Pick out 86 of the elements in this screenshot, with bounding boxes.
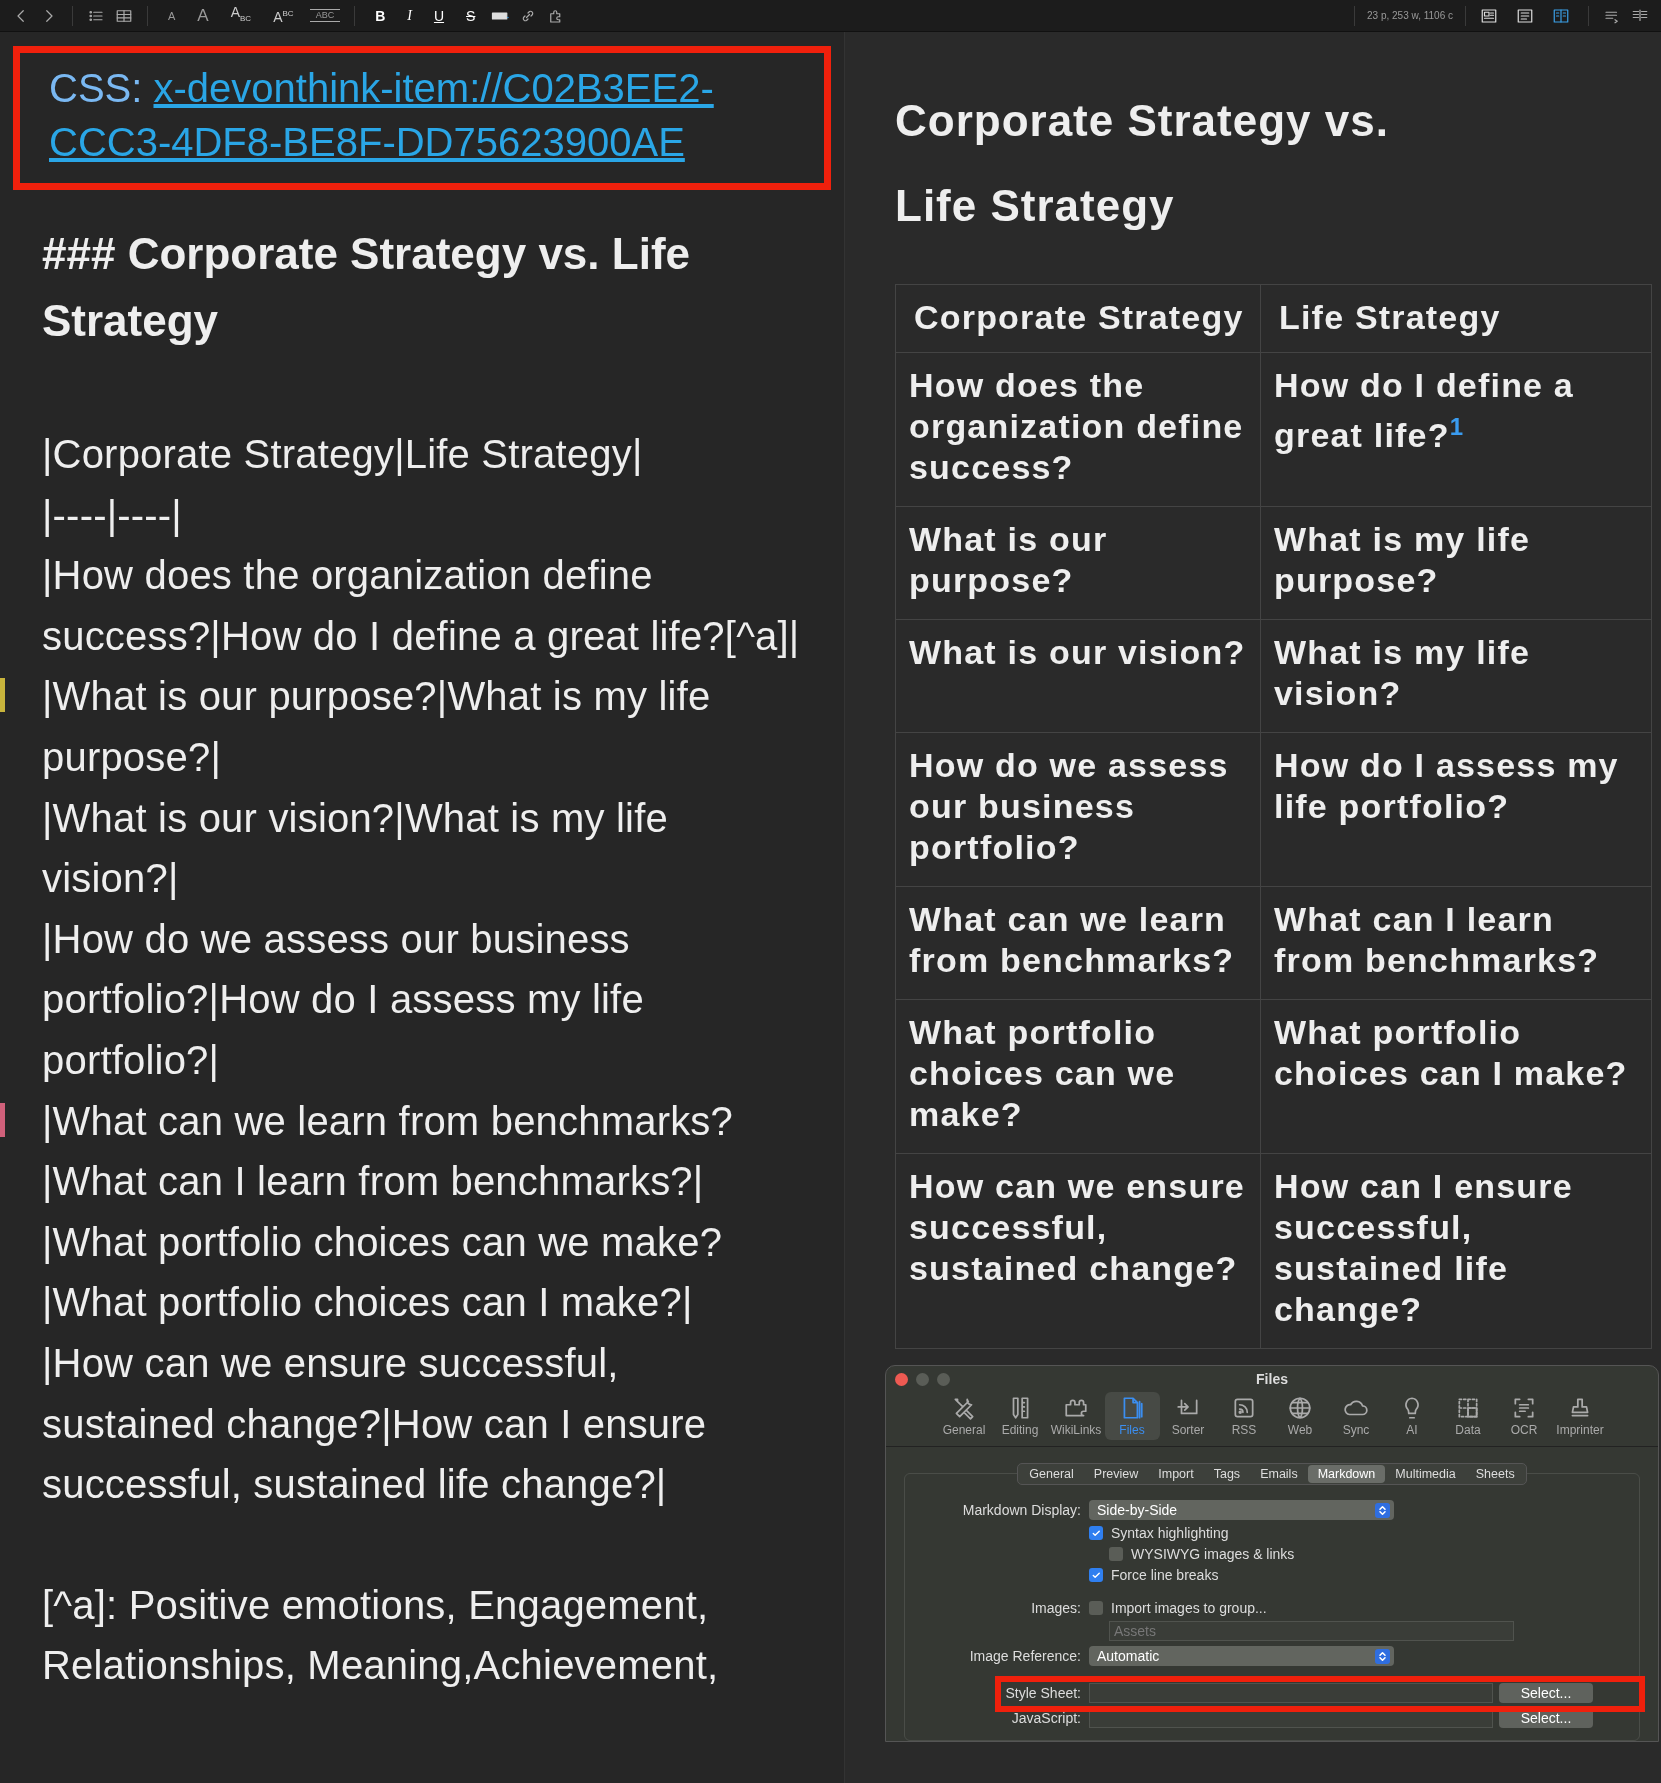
checkbox-label: Syntax highlighting bbox=[1111, 1525, 1229, 1541]
checkbox[interactable] bbox=[1089, 1568, 1103, 1582]
tab[interactable]: Markdown bbox=[1307, 1465, 1386, 1483]
markdown-heading: ### Corporate Strategy vs. Life Strategy bbox=[42, 228, 691, 347]
column-header: Corporate Strategy bbox=[895, 284, 1261, 353]
markdown-line: |How does the organization define success?|How do I define a great life?[^a]| bbox=[42, 552, 801, 660]
field-label: Style Sheet: bbox=[1004, 1685, 1081, 1701]
field-label: Image Reference: bbox=[968, 1648, 1081, 1664]
markdown-line: |What is our vision?|What is my life vision?| bbox=[42, 794, 669, 903]
table-cell: How do I assess my life portfolio? bbox=[1260, 732, 1652, 887]
format-button[interactable]: A bbox=[191, 6, 215, 25]
preferences-tab[interactable]: Data bbox=[1440, 1392, 1496, 1440]
preview-layout-icon bbox=[1480, 6, 1498, 25]
markdown-line: |----|----| bbox=[42, 491, 183, 539]
tab[interactable]: Preview bbox=[1083, 1465, 1149, 1483]
table-cell: What can I learn from benchmarks? bbox=[1260, 886, 1652, 1000]
footnote-text: [^a]: Positive emotions, Engagement, Relationships, Meaning,Achievement, bbox=[42, 1581, 720, 1690]
preferences-tab[interactable]: RSS bbox=[1216, 1392, 1272, 1440]
text-layout-icon bbox=[1516, 6, 1534, 25]
table-cell: What portfolio choices can we make? bbox=[895, 999, 1261, 1154]
checkbox-label: Force line breaks bbox=[1111, 1567, 1219, 1583]
format-button[interactable]: A$^{BC}$ bbox=[267, 5, 300, 26]
tab[interactable]: Import bbox=[1148, 1465, 1204, 1483]
preview-heading: Corporate Strategy vs. Life Strategy bbox=[895, 95, 1390, 232]
tab[interactable]: Emails bbox=[1250, 1465, 1308, 1483]
table-cell: What is my life vision? bbox=[1260, 619, 1652, 733]
checkbox-label: WYSIWYG images & links bbox=[1131, 1546, 1295, 1562]
close-button[interactable] bbox=[895, 1373, 908, 1386]
grid-icon bbox=[1455, 1395, 1481, 1421]
table-cell: What is our purpose? bbox=[895, 506, 1261, 620]
table-cell: How can we ensure successful, sustained change? bbox=[895, 1153, 1261, 1349]
preferences-tab[interactable]: Sorter bbox=[1160, 1392, 1216, 1440]
format-button[interactable]: B bbox=[369, 6, 392, 25]
preferences-tab[interactable]: General bbox=[936, 1392, 992, 1440]
table-cell: How can I ensure successful, sustained life change? bbox=[1260, 1153, 1652, 1349]
preferences-tab[interactable]: Web bbox=[1272, 1392, 1328, 1440]
split-layout-icon bbox=[1552, 6, 1570, 25]
preferences-tab[interactable]: Imprinter bbox=[1552, 1392, 1608, 1440]
markdown-line: |What can we learn from benchmarks?|What can I learn from benchmarks?| bbox=[42, 1097, 734, 1206]
format-button[interactable]: ABC bbox=[309, 9, 341, 22]
preferences-tab[interactable]: WikiLinks bbox=[1048, 1392, 1104, 1440]
field-label: Markdown Display: bbox=[961, 1502, 1081, 1518]
table-cell: What is our vision? bbox=[895, 619, 1261, 733]
dropdown[interactable]: Automatic bbox=[1089, 1646, 1394, 1666]
preferences-tab[interactable]: OCR bbox=[1496, 1392, 1552, 1440]
markdown-line: |What is our purpose?|What is my life purpose?| bbox=[42, 673, 712, 781]
word-count: 23 p, 253 w, 1106 c bbox=[1354, 5, 1466, 26]
path-field[interactable] bbox=[1089, 1683, 1493, 1703]
table-cell: What portfolio choices can I make? bbox=[1260, 999, 1652, 1154]
field-label: Images: bbox=[1030, 1600, 1081, 1616]
preferences-tab[interactable]: AI bbox=[1384, 1392, 1440, 1440]
table-cell: How do I define a great life?$^{1}$ bbox=[1260, 352, 1652, 507]
link[interactable]: CSS: x-devonthink-item://C02B3EE2-CCC3-4DF8-BE8F-DD75623900AE bbox=[49, 61, 794, 169]
checkbox[interactable] bbox=[1089, 1601, 1103, 1615]
tab[interactable]: Multimedia bbox=[1385, 1465, 1466, 1483]
tab[interactable]: Tags bbox=[1203, 1465, 1251, 1483]
preferences-tab[interactable]: Sync bbox=[1328, 1392, 1384, 1440]
table-cell: What can we learn from benchmarks? bbox=[895, 886, 1261, 1000]
markdown-line: |What portfolio choices can we make?|What portfolio choices can I make?| bbox=[42, 1218, 724, 1327]
checkbox[interactable] bbox=[1089, 1526, 1103, 1540]
globe-icon bbox=[1287, 1395, 1313, 1421]
tab[interactable]: Sheets bbox=[1465, 1465, 1525, 1483]
field-label: JavaScript: bbox=[1010, 1710, 1081, 1726]
preferences-tab[interactable]: Editing bbox=[992, 1392, 1048, 1440]
dropdown[interactable]: Side-by-Side bbox=[1089, 1500, 1394, 1520]
checkbox-label: Import images to group... bbox=[1111, 1600, 1267, 1616]
stepper-icon bbox=[1375, 1648, 1390, 1664]
stepper-icon bbox=[1375, 1502, 1390, 1518]
scan-icon bbox=[1511, 1395, 1537, 1421]
tab[interactable]: General bbox=[1019, 1465, 1084, 1483]
markdown-line: |How can we ensure successful, sustained change?|How can I ensure successful, sustained life change?| bbox=[42, 1339, 708, 1509]
markdown-line: |How do we assess our business portfolio?|How do I assess my life portfolio?| bbox=[42, 915, 645, 1084]
format-button[interactable]: S bbox=[460, 6, 482, 25]
table-cell: How does the organization define success? bbox=[895, 352, 1261, 507]
format-button[interactable]: I bbox=[401, 6, 418, 25]
format-button[interactable]: U bbox=[427, 6, 451, 25]
table-cell: How do we assess our business portfolio? bbox=[895, 732, 1261, 887]
format-button[interactable]: A bbox=[162, 6, 182, 25]
select-button[interactable]: Select... bbox=[1499, 1683, 1593, 1703]
table-cell: What is my life purpose? bbox=[1260, 506, 1652, 620]
format-button[interactable]: A$_{BC}$ bbox=[224, 3, 258, 28]
checkbox[interactable] bbox=[1109, 1547, 1123, 1561]
rss-icon bbox=[1231, 1395, 1257, 1421]
markdown-line: |Corporate Strategy|Life Strategy| bbox=[42, 431, 644, 478]
column-header: Life Strategy bbox=[1260, 284, 1652, 353]
window-title: Files bbox=[1256, 1371, 1288, 1387]
